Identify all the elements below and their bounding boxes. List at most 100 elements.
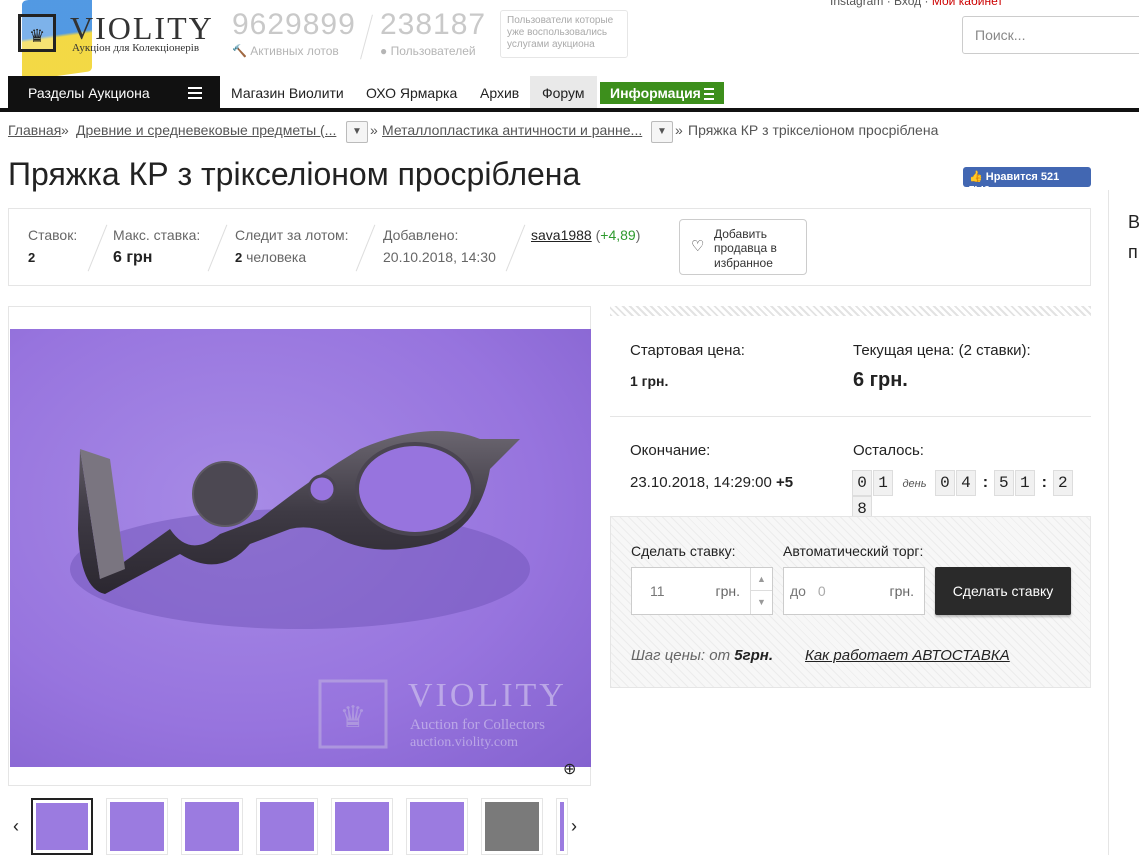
timer-digit: 1: [1014, 470, 1035, 496]
thumbnail[interactable]: [556, 798, 568, 855]
seller-link[interactable]: sava1988: [531, 227, 592, 243]
countdown-timer: 01 день 04 : 51 : 28: [852, 470, 1091, 522]
auto-bid-help-link[interactable]: Как работает АВТОСТАВКА: [805, 647, 1010, 664]
facebook-like-button[interactable]: 👍 Нравится 521 тыс.: [963, 167, 1091, 195]
page-title: Пряжка КР з трікселіоном просріблена: [8, 156, 581, 192]
seller-rating[interactable]: +4,89: [600, 227, 635, 243]
svg-text:♛: ♛: [340, 700, 367, 735]
watchers-stat: Следит за лотом: 2 человека: [235, 227, 349, 265]
breadcrumb-subcategory[interactable]: Металлопластика античности и ранне...: [382, 122, 642, 138]
added-stat: Добавлено: 20.10.2018, 14:30: [383, 227, 496, 265]
facebook-like-label: Нравится 521 тыс.: [969, 171, 1060, 195]
time-left-label: Осталось:: [853, 442, 924, 459]
add-seller-favorite-button[interactable]: ♡ Добавить продавца в избранное: [679, 219, 807, 275]
users-count: 238187: [380, 8, 487, 41]
start-price-label: Стартовая цена:: [630, 342, 745, 359]
stat-divider: [360, 14, 373, 60]
login-link[interactable]: Вход: [894, 0, 921, 8]
panel-stripe: [610, 306, 1091, 316]
place-bid-button[interactable]: Сделать ставку: [935, 567, 1071, 615]
nav-item-archive[interactable]: Архив: [480, 76, 519, 108]
current-price-value: 6 грн.: [853, 369, 908, 391]
bids-value: 2: [28, 250, 36, 265]
active-lots-label: Активных лотов: [250, 44, 339, 58]
bids-stat: Ставок: 2: [28, 227, 77, 265]
auction-sections-menu[interactable]: Разделы Аукциона: [8, 76, 220, 108]
search-input[interactable]: Поиск...: [962, 16, 1139, 54]
pricing-panel: Стартовая цена: 1 грн. Текущая цена: (2 …: [610, 306, 1091, 688]
chevron-down-icon[interactable]: ▼: [751, 591, 772, 614]
breadcrumb-category[interactable]: Древние и средневековые предметы (...: [76, 122, 336, 138]
stat-divider: [207, 224, 228, 272]
chevron-right-icon[interactable]: ›: [571, 816, 577, 837]
timer-colon: :: [982, 474, 989, 491]
chevron-down-icon[interactable]: ▼: [346, 121, 368, 143]
auto-bid-label: Автоматический торг:: [783, 543, 924, 559]
bids-label: Ставок:: [28, 227, 78, 243]
timer-digit: 0: [934, 470, 955, 496]
breadcrumb-separator: »: [61, 122, 69, 138]
max-bid-label: Макс. ставка:: [113, 227, 201, 243]
menu-icon: [704, 88, 714, 103]
bid-amount-input[interactable]: 11 грн. ▲ ▼: [631, 567, 773, 615]
bid-stepper[interactable]: ▲ ▼: [750, 568, 772, 614]
auto-bid-currency: грн.: [889, 583, 914, 599]
users-stat: 238187 ● Пользователей: [380, 8, 486, 58]
watchers-unit: человека: [246, 249, 307, 265]
auction-sections-label: Разделы Аукциона: [28, 85, 150, 101]
auto-bid-input[interactable]: до 0 грн.: [783, 567, 925, 615]
price-step-value: 5грн.: [734, 647, 774, 664]
chevron-left-icon[interactable]: ‹: [13, 816, 19, 837]
end-time-label: Окончание:: [630, 442, 711, 459]
thumbnail[interactable]: [256, 798, 318, 855]
watchers-label: Следит за лотом:: [235, 227, 349, 243]
end-time-value: 23.10.2018, 14:29:00: [630, 474, 772, 491]
timer-digit: 4: [955, 470, 976, 496]
menu-icon: [188, 87, 202, 102]
timer-digit: 0: [852, 470, 872, 496]
breadcrumb-home[interactable]: Главная: [8, 122, 61, 138]
thumbnail-strip: ‹ ›: [8, 796, 591, 855]
crown-icon: ♛: [29, 26, 46, 46]
breadcrumb-separator: »: [370, 122, 378, 138]
thumbs-up-icon: 👍: [969, 171, 983, 183]
nav-info-button[interactable]: Информация: [600, 82, 724, 104]
price-step-from: от: [709, 647, 731, 664]
max-bid-value: 6 грн: [113, 249, 153, 266]
timer-colon: :: [1041, 474, 1047, 491]
timer-digit: 5: [993, 470, 1014, 496]
bid-amount-value: 11: [650, 583, 665, 599]
nav-info-label: Информация: [610, 85, 701, 101]
lot-photo[interactable]: ♛ VIOLITY Auction for Collectors auction…: [10, 329, 591, 767]
instagram-link[interactable]: Instagram: [830, 0, 883, 8]
breadcrumb-current: Пряжка КР з трікселіоном просріблена: [688, 122, 939, 138]
thumbnail[interactable]: [106, 798, 168, 855]
logo-crown-box: ♛: [18, 14, 56, 52]
watermark-url: auction.violity.com: [410, 735, 518, 750]
thumbnail[interactable]: [331, 798, 393, 855]
current-price-label: Текущая цена: (2 ставки):: [853, 342, 1031, 359]
watermark-logo-text: VIOLITY: [408, 677, 567, 714]
zoom-icon[interactable]: ⊕: [563, 759, 576, 779]
chevron-up-icon[interactable]: ▲: [751, 568, 772, 591]
bid-currency: грн.: [715, 583, 740, 599]
thumbnail[interactable]: [31, 798, 93, 855]
my-cabinet-link[interactable]: Мой кабинет: [932, 0, 1003, 8]
auto-bid-placeholder: 0: [817, 583, 826, 599]
active-lots-count: 9629899: [232, 8, 356, 41]
watermark: ♛: [318, 679, 388, 749]
nav-item-shop[interactable]: Магазин Виолити: [231, 76, 344, 108]
nav-item-fair[interactable]: ОХО Ярмарка: [366, 76, 457, 108]
logo[interactable]: ♛ VIOLITY Аукціон для Колекціонерів: [12, 0, 222, 81]
seller-info: sava1988 (+4,89): [531, 227, 641, 243]
watermark-subtitle: Auction for Collectors: [410, 717, 545, 733]
side-heading-fragment: п: [1128, 242, 1138, 262]
chevron-down-icon[interactable]: ▼: [651, 121, 673, 143]
max-bid-stat: Макс. ставка: 6 грн: [113, 227, 200, 267]
thumbnail[interactable]: [181, 798, 243, 855]
price-step: Шаг цены: от 5грн.: [631, 647, 773, 664]
active-lots-stat: 9629899 🔨 Активных лотов: [232, 8, 356, 58]
thumbnail[interactable]: [481, 798, 543, 855]
thumbnail[interactable]: [406, 798, 468, 855]
nav-item-forum[interactable]: Форум: [530, 76, 597, 108]
